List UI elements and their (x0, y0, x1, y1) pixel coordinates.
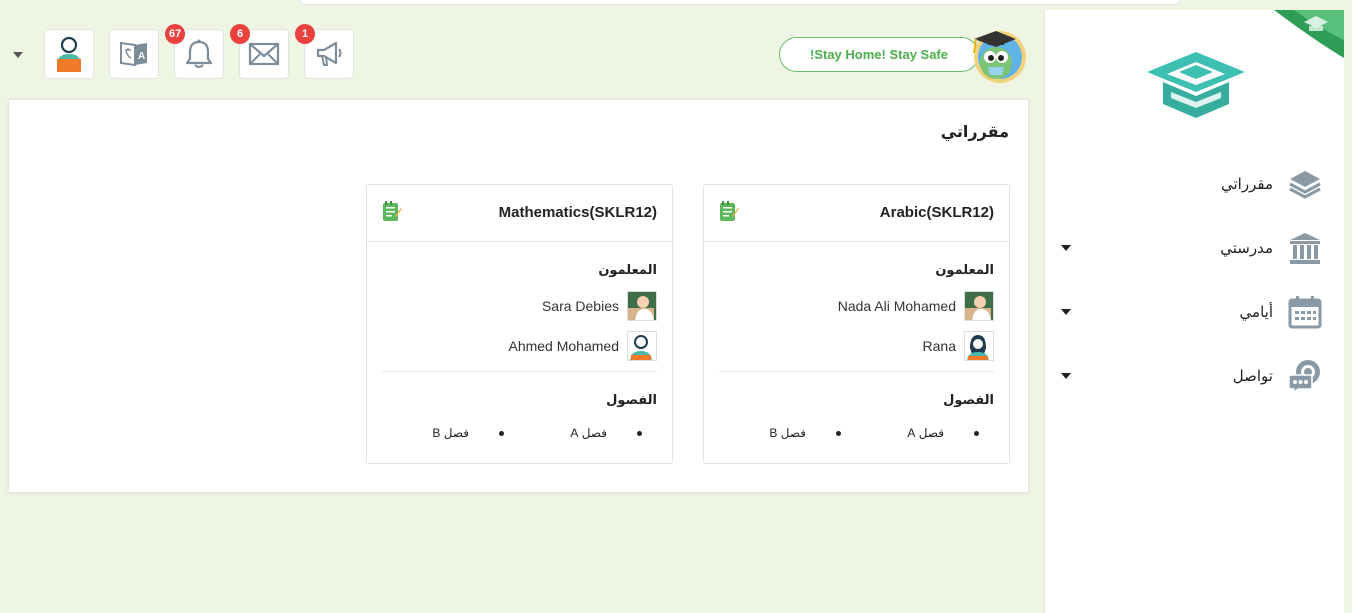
institution-icon (1287, 230, 1323, 266)
corner-ribbon-icon (1274, 10, 1344, 58)
user-menu-chevron-down-icon[interactable] (13, 52, 23, 58)
teachers-heading: المعلمون (598, 262, 657, 277)
divider (719, 371, 994, 372)
courses-panel: مقرراتي Arabic(SKLR12) المعلمون Nada Ali… (8, 99, 1029, 493)
divider (382, 371, 657, 372)
bullet-icon (836, 430, 841, 436)
course-card-arabic[interactable]: Arabic(SKLR12) المعلمون Nada Ali Mohamed… (703, 184, 1010, 464)
class-item[interactable]: فصل B (432, 426, 504, 440)
chevron-down-icon (1061, 309, 1071, 315)
sidebar-item-label: مقرراتي (1221, 176, 1273, 193)
sidebar-item-my-school[interactable]: مدرستي (1045, 228, 1345, 268)
profile-button[interactable] (44, 29, 94, 79)
class-item[interactable]: فصل A (907, 426, 979, 440)
page-title: مقرراتي (940, 124, 1009, 141)
teacher-row: Nada Ali Mohamed (838, 291, 994, 321)
course-card-mathematics[interactable]: Mathematics(SKLR12) المعلمون Sara Debies… (366, 184, 673, 464)
sidebar-item-communication[interactable]: تواصل (1045, 356, 1345, 396)
svg-text:A: A (138, 51, 145, 62)
chat-bubbles-icon (1287, 358, 1323, 394)
stay-safe-banner: !Stay Home! Stay Safe (779, 37, 979, 72)
classes-heading: الفصول (606, 392, 657, 407)
user-avatar-icon (57, 36, 81, 72)
envelope-icon (248, 42, 280, 66)
megaphone-icon (316, 41, 342, 66)
sidebar-item-label: تواصل (1232, 368, 1273, 385)
notepad-edit-icon[interactable] (719, 200, 739, 222)
chevron-down-icon (1061, 245, 1071, 251)
sidebar-item-my-days[interactable]: أيامي (1045, 292, 1345, 332)
sidebar-item-label: أيامي (1239, 304, 1273, 321)
translate-icon: A (120, 41, 147, 67)
browser-top-strip (300, 0, 1180, 5)
teacher-row: Sara Debies (542, 291, 657, 321)
teacher-row: Ahmed Mohamed (508, 331, 657, 361)
bullet-icon (637, 430, 642, 436)
class-label: فصل B (432, 426, 469, 440)
male-teacher-avatar-icon (627, 331, 657, 361)
sidebar-item-label: مدرستي (1220, 240, 1273, 257)
teachers-heading: المعلمون (935, 262, 994, 277)
classes-list: فصل A فصل B (397, 426, 642, 446)
notepad-edit-icon[interactable] (382, 200, 402, 222)
sidebar-item-my-courses[interactable]: مقرراتي (1045, 164, 1345, 204)
course-card-header: Mathematics(SKLR12) (367, 185, 672, 242)
teacher-row: Rana (923, 331, 994, 361)
messages-button[interactable]: 6 (230, 24, 289, 79)
bullet-icon (499, 430, 504, 436)
class-item[interactable]: فصل A (570, 426, 642, 440)
course-card-header: Arabic(SKLR12) (704, 185, 1009, 242)
messages-badge: 6 (230, 24, 250, 44)
teacher-name: Ahmed Mohamed (508, 338, 619, 354)
announcements-button[interactable]: 1 (295, 24, 354, 79)
class-item[interactable]: فصل B (769, 426, 841, 440)
notifications-button[interactable]: 67 (165, 24, 224, 79)
calendar-icon (1287, 294, 1323, 330)
female-teacher-avatar-icon (964, 331, 994, 361)
sidebar: مقرراتي مدرستي أيامي تواصل (1044, 10, 1344, 613)
bullet-icon (974, 430, 979, 436)
banner-text: !Stay Home! Stay Safe (810, 47, 948, 62)
classes-list: فصل A فصل B (734, 426, 979, 446)
teacher-photo-icon (964, 291, 994, 321)
class-label: فصل A (907, 426, 944, 440)
chevron-down-icon (1061, 373, 1071, 379)
school-logo-icon (1147, 52, 1245, 118)
class-label: فصل B (769, 426, 806, 440)
teacher-photo-icon (627, 291, 657, 321)
course-title[interactable]: Mathematics(SKLR12) (499, 204, 657, 221)
classes-heading: الفصول (943, 392, 994, 407)
language-button[interactable]: A (109, 29, 159, 79)
teacher-name: Nada Ali Mohamed (837, 298, 956, 314)
bell-icon (185, 39, 213, 68)
course-title[interactable]: Arabic(SKLR12) (880, 204, 994, 221)
announcements-badge: 1 (295, 24, 315, 44)
teacher-name: Sara Debies (541, 298, 619, 314)
mascot-owl-icon (973, 31, 1026, 83)
class-label: فصل A (570, 426, 607, 440)
notifications-badge: 67 (165, 24, 186, 44)
teacher-name: Rana (922, 338, 956, 354)
layers-icon (1287, 166, 1323, 202)
